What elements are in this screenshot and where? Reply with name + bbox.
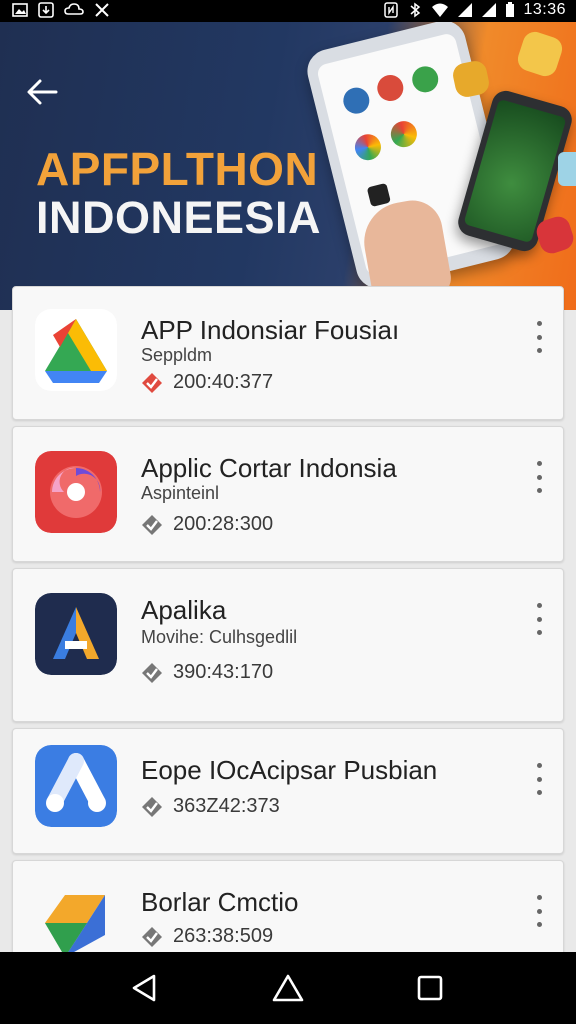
image-icon bbox=[12, 3, 28, 17]
wifi-icon bbox=[432, 3, 449, 17]
app-badge-decor bbox=[558, 152, 576, 186]
signal-icon bbox=[482, 3, 497, 17]
verified-check-icon bbox=[142, 514, 162, 535]
nfc-icon bbox=[384, 2, 399, 18]
hero-title: APFPLTHON bbox=[36, 143, 319, 195]
app-title: Apalika bbox=[141, 595, 227, 625]
app-subtitle: Seppldm bbox=[141, 345, 213, 365]
hero-banner: APFPLTHON INDONEESIA bbox=[0, 22, 576, 310]
app-meta: 200:28:300 bbox=[173, 513, 274, 535]
app-title: Eope IOcAcipsar Pusbian bbox=[141, 755, 438, 785]
app-meta: 200:40:377 bbox=[173, 371, 274, 393]
hero-subtitle: INDONEESIA bbox=[36, 192, 322, 243]
a-letter-icon bbox=[35, 593, 117, 675]
battery-icon bbox=[506, 2, 515, 17]
app-title: Applic Cortar Indonsia bbox=[141, 453, 397, 483]
list-item[interactable]: Eope IOcAcipsar Pusbian 363Z42:373 bbox=[12, 728, 564, 854]
app-subtitle: Aspinteinl bbox=[141, 483, 220, 503]
overflow-menu-icon[interactable] bbox=[533, 763, 545, 795]
overflow-menu-icon[interactable] bbox=[533, 895, 545, 927]
list-item[interactable]: Apalika Movihe: Culhsgedlil 390:43:170 bbox=[12, 568, 564, 722]
verified-check-icon bbox=[142, 926, 162, 947]
overflow-menu-icon[interactable] bbox=[533, 321, 545, 353]
back-icon[interactable] bbox=[126, 970, 162, 1006]
download-icon bbox=[38, 2, 54, 18]
x-icon bbox=[95, 3, 109, 17]
signal-icon bbox=[458, 3, 473, 17]
list-item[interactable]: APP Indonsiar Fousiaı Seppldm 200:40:377 bbox=[12, 286, 564, 420]
ads-icon bbox=[35, 745, 117, 827]
app-subtitle: Movihe: Culhsgedlil bbox=[141, 627, 298, 647]
app-badge-decor bbox=[514, 28, 566, 80]
clock: 13:36 bbox=[523, 1, 566, 18]
swirl-icon bbox=[35, 451, 117, 533]
drive-icon bbox=[35, 309, 117, 391]
verified-check-icon bbox=[142, 662, 162, 683]
verified-check-icon bbox=[142, 372, 162, 393]
bluetooth-icon bbox=[410, 2, 421, 18]
app-title: APP Indonsiar Fousiaı bbox=[141, 315, 400, 345]
overflow-menu-icon[interactable] bbox=[533, 461, 545, 493]
navigation-bar bbox=[0, 952, 576, 1024]
status-bar: 13:36 bbox=[0, 0, 576, 22]
app-meta: 390:43:170 bbox=[173, 661, 274, 683]
app-list: APP Indonsiar Fousiaı Seppldm 200:40:377… bbox=[12, 286, 564, 988]
app-title: Borlar Cmctio bbox=[141, 887, 299, 917]
list-item[interactable]: Applic Cortar Indonsia Aspinteinl 200:28… bbox=[12, 426, 564, 562]
recents-icon[interactable] bbox=[412, 970, 448, 1006]
app-meta: 363Z42:373 bbox=[173, 795, 280, 817]
verified-check-icon bbox=[142, 796, 162, 817]
overflow-menu-icon[interactable] bbox=[533, 603, 545, 635]
cloud-icon bbox=[64, 3, 84, 15]
back-arrow-icon[interactable] bbox=[26, 78, 58, 106]
home-icon[interactable] bbox=[270, 970, 306, 1006]
app-meta: 263:38:509 bbox=[173, 925, 274, 947]
